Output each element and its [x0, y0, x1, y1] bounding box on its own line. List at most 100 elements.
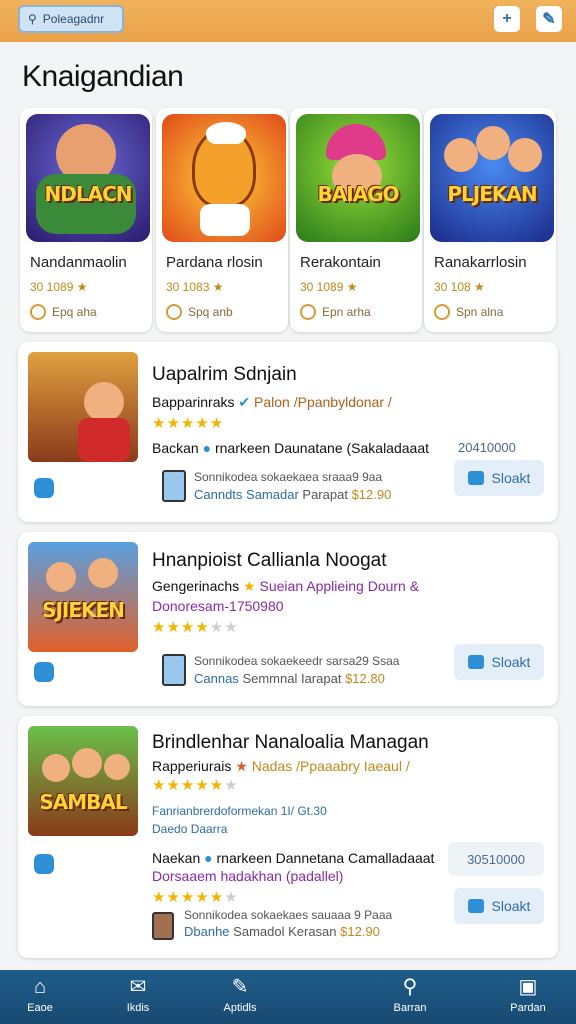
nav-label: Aptidls [223, 1002, 257, 1014]
edit-icon[interactable]: ✎ [536, 6, 562, 32]
item-subtitle: Bapparinraks ✔ Palon /Ppanbyldonar / [152, 394, 392, 411]
get-button-label: Sloakt [491, 898, 531, 914]
item-desc-lead: Naekan [152, 850, 201, 866]
app-icon [34, 854, 54, 874]
app-icon [34, 662, 54, 682]
item-subtitle: Gengerinachs ★ Sueian Applieing Dourn & [152, 578, 419, 595]
nav-label: Eaoe [27, 1002, 53, 1014]
preview-icon [162, 470, 186, 502]
game-art: BAIAGO [296, 114, 420, 242]
item-note: Sonnikodea sokaekaea sraaa9 9aa [194, 470, 383, 484]
page-title: Knaigandian [22, 60, 184, 93]
featured-card[interactable]: BAIAGO Rerakontain 30 1089 ★ Epn arha [290, 108, 422, 332]
nav-item-edit[interactable]: ✎ Aptidls [200, 976, 280, 1014]
item-seller: Canndts Samadar [194, 487, 299, 502]
featured-meta: 30 1083 ★ [166, 280, 224, 294]
item-count: 20410000 [458, 440, 516, 455]
nav-item-search[interactable]: ⚲ Barran [370, 976, 450, 1014]
nav-item-wallet[interactable]: ▣ Pardan [488, 976, 568, 1014]
featured-link[interactable]: Spn alna [434, 304, 503, 320]
get-button-label: Sloakt [491, 654, 531, 670]
item-seller: Dbanhe [184, 924, 230, 939]
item-note: Sonnikodea sokaekeedr sarsa29 Ssaa [194, 654, 400, 668]
nav-item-home[interactable]: ⌂ Eaoe [0, 976, 80, 1014]
featured-card[interactable]: PLJEKAN Ranakarrlosin 30 108 ★ Spn alna [424, 108, 556, 332]
preview-icon [152, 912, 174, 940]
list-item[interactable]: SJIEKEN Hnanpioist Callianla Noogat Geng… [18, 532, 558, 706]
search-label: Poleagadnr [42, 12, 105, 26]
item-description-2: Dorsaaem hadakhan (padallel) [152, 868, 344, 884]
item-seller: Cannas [194, 671, 239, 686]
featured-link[interactable]: Epq aha [30, 304, 97, 320]
nav-label: Barran [393, 1002, 427, 1014]
game-art-title: NDLACN [44, 182, 133, 206]
star-icon: ★ [235, 758, 248, 774]
item-description: Backan ● rnarkeen Daunatane (Sakaladaaat [152, 440, 429, 456]
rating-stars-2: ★★★★★★ [152, 889, 239, 906]
top-bar: ⚲ Poleagadnr + ✎ [0, 0, 576, 42]
item-desc-text: rnarkeen Dannetana Camalladaaat [216, 850, 435, 866]
info-icon [434, 304, 450, 320]
featured-link-label: Epq aha [52, 305, 97, 319]
featured-link[interactable]: Spq anb [166, 304, 233, 320]
rating-stars: ★★★★★★ [152, 777, 239, 794]
search-bar[interactable]: ⚲ Poleagadnr [18, 5, 124, 33]
verified-icon: ✔ [238, 394, 251, 410]
game-art: NDLACN [26, 114, 150, 242]
get-button[interactable]: Sloakt [454, 888, 544, 924]
featured-link-label: Spn alna [456, 305, 504, 319]
nav-label: Ikdis [126, 1002, 150, 1014]
featured-card[interactable]: NDLACN Nandanmaolin 30 1089 ★ Epq aha [20, 108, 152, 332]
get-button[interactable]: Sloakt [454, 460, 544, 496]
featured-card[interactable]: Pardana rlosin 30 1083 ★ Spq anb [156, 108, 288, 332]
game-thumbnail [28, 352, 138, 462]
bottom-nav: ⌂ Eaoe ✉ Ikdis ✎ Aptidls ⚲ Barran ▣ Pard… [0, 970, 576, 1024]
item-title: Uapalrim Sdnjain [152, 364, 297, 385]
featured-link[interactable]: Epn arha [300, 304, 371, 320]
item-label: Semmnal Iarapat [242, 671, 342, 686]
info-icon: ● [204, 850, 213, 866]
featured-name: Pardana rlosin [166, 254, 263, 271]
item-note: Sonnikodea sokaekaes sauaaa 9 Paaa [184, 908, 393, 922]
item-detail: Fanrianbrerdoformekan 1I/ Gt.30 [152, 804, 327, 818]
item-price: $12.80 [345, 671, 385, 686]
game-thumbnail: SJIEKEN [28, 542, 138, 652]
game-art [162, 114, 286, 242]
item-subtitle: Rapperiurais ★ Nadas /Ppaaabry Iaeaul / [152, 758, 410, 775]
add-icon[interactable]: + [494, 6, 520, 32]
featured-link-label: Epn arha [322, 305, 371, 319]
star-icon: ★ [243, 578, 256, 594]
featured-link-label: Spq anb [188, 305, 233, 319]
list-item[interactable]: SAMBAL Brindlenhar Nanaloalia Managan Ra… [18, 716, 558, 958]
nav-label: Pardan [510, 1002, 546, 1014]
item-detail-2: Daedo Daarra [152, 822, 228, 836]
list-item[interactable]: Uapalrim Sdnjain Bapparinraks ✔ Palon /P… [18, 342, 558, 522]
home-icon: ⌂ [33, 976, 47, 998]
wallet-icon: ▣ [518, 976, 538, 998]
item-price: $12.90 [351, 487, 392, 502]
game-art: PLJEKAN [430, 114, 554, 242]
download-icon [467, 471, 484, 485]
game-art-title: BAIAGO [317, 182, 399, 206]
item-label: Parapat [302, 487, 348, 502]
nav-item-mail[interactable]: ✉ Ikdis [98, 976, 178, 1014]
item-desc-lead: Backan [152, 440, 199, 456]
item-title: Hnanpioist Callianla Noogat [152, 550, 387, 571]
app-icon [34, 478, 54, 498]
download-icon [467, 899, 484, 913]
download-icon [467, 655, 484, 669]
rating-stars: ★★★★★ [152, 415, 225, 432]
item-tags: Palon /Ppanbyldonar / [254, 394, 392, 410]
item-price-row: Canndts Samadar Parapat $12.90 [194, 487, 391, 502]
item-price: $12.90 [340, 924, 380, 939]
item-tags: Nadas /Ppaaabry Iaeaul / [251, 758, 410, 774]
preview-icon [162, 654, 186, 686]
item-description: Donoresam-1750980 [152, 598, 284, 614]
featured-meta: 30 108 ★ [434, 280, 485, 294]
item-developer: Gengerinachs [152, 578, 240, 594]
featured-meta: 30 1089 ★ [300, 280, 358, 294]
item-description: Naekan ● rnarkeen Dannetana Camalladaaat [152, 850, 434, 866]
item-price-row: Dbanhe Samadol Kerasan $12.90 [184, 924, 380, 939]
item-developer: Rapperiurais [152, 758, 232, 774]
get-button[interactable]: Sloakt [454, 644, 544, 680]
